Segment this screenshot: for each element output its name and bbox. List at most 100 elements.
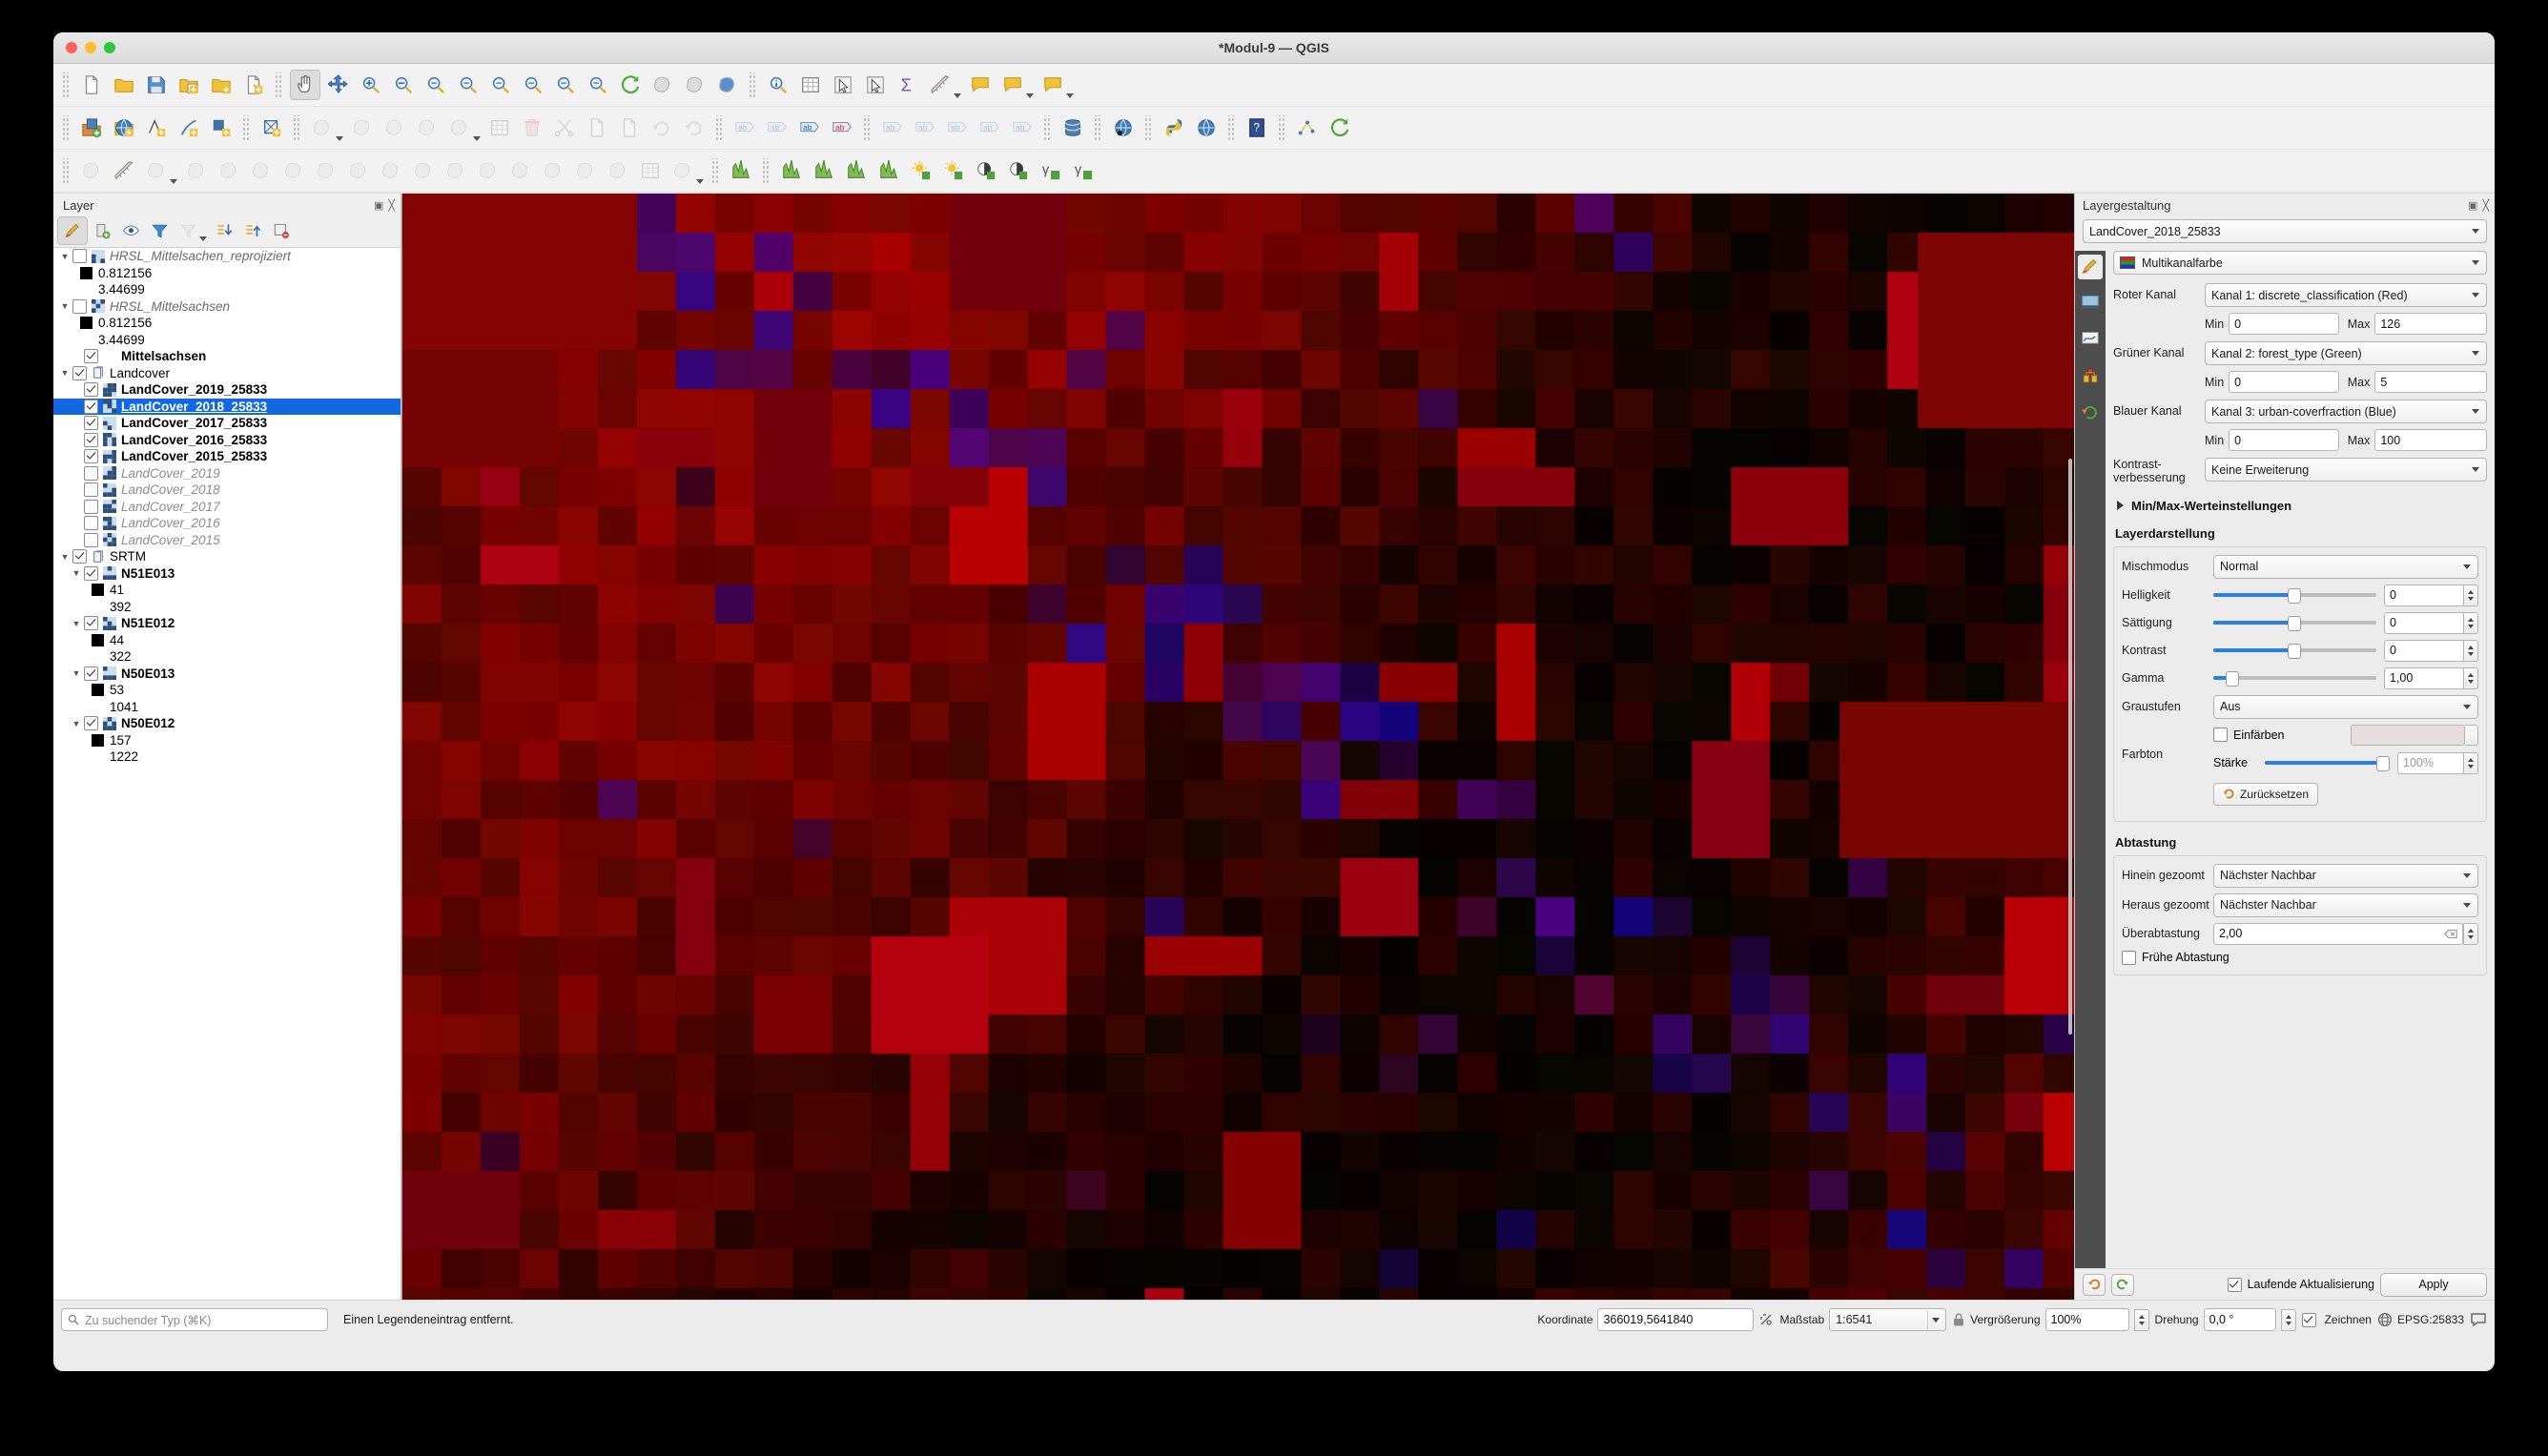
- undo-icon[interactable]: [647, 113, 676, 142]
- close-panel-icon[interactable]: ╳: [388, 199, 395, 212]
- metasearch-icon[interactable]: [1109, 113, 1138, 142]
- layer-visibility-checkbox[interactable]: [84, 465, 98, 481]
- layer-visibility-checkbox[interactable]: [84, 349, 98, 364]
- statistical-summary-icon[interactable]: Σ: [894, 71, 922, 99]
- zoomed-out-combo[interactable]: Nächster Nachbar: [2213, 892, 2478, 917]
- open-attribute-table-icon[interactable]: [796, 71, 825, 99]
- redo-button[interactable]: [2111, 1273, 2134, 1296]
- layer-visibility-checkbox[interactable]: [84, 432, 98, 447]
- show-hide-labels-icon[interactable]: ab: [795, 113, 824, 142]
- chevron-down-icon[interactable]: [954, 93, 961, 98]
- vertex-tool-icon[interactable]: [445, 113, 474, 142]
- save-layer-edits-icon[interactable]: [380, 113, 409, 142]
- zoom-to-selection-icon[interactable]: [454, 71, 483, 99]
- refresh-icon[interactable]: [616, 71, 645, 99]
- toolbar-grip[interactable]: [1227, 115, 1236, 140]
- layer-legend-entry[interactable]: 0.812156: [53, 265, 401, 282]
- layer-tree-item[interactable]: LandCover_2015: [53, 532, 401, 549]
- render-group[interactable]: Zeichnen: [2301, 1312, 2372, 1327]
- expander-icon[interactable]: ▼: [69, 619, 84, 628]
- zoom-last-icon[interactable]: [551, 71, 580, 99]
- layer-visibility-checkbox[interactable]: [84, 449, 98, 464]
- toolbar-grip[interactable]: [1144, 115, 1153, 140]
- expander-icon[interactable]: ▼: [69, 719, 84, 728]
- float-styling-panel-icon[interactable]: ▣: [2468, 199, 2477, 212]
- layer-visibility-checkbox[interactable]: [84, 616, 98, 631]
- max-input[interactable]: 126: [2374, 313, 2488, 335]
- layer-tree-item[interactable]: LandCover_2017: [53, 499, 401, 516]
- pan-map-icon[interactable]: [290, 70, 320, 100]
- toolbar-grip[interactable]: [715, 115, 724, 140]
- identify-features-icon[interactable]: [764, 71, 792, 99]
- add-group-icon[interactable]: [88, 217, 116, 244]
- layer-legend-entry[interactable]: 3.44699: [53, 332, 401, 349]
- layer-legend-entry[interactable]: 1222: [53, 749, 401, 766]
- min-input[interactable]: 0: [2229, 313, 2339, 335]
- layer-visibility-checkbox[interactable]: [84, 716, 98, 731]
- expander-icon[interactable]: ▼: [57, 252, 72, 261]
- live-update-toggle[interactable]: Laufende Aktualisierung: [2227, 1277, 2374, 1292]
- band-combo[interactable]: Kanal 1: discrete_classification (Red): [2205, 283, 2487, 307]
- layer-legend-entry[interactable]: 41: [53, 582, 401, 599]
- slider-stepper[interactable]: [2463, 666, 2478, 689]
- offset-curve-icon[interactable]: [442, 156, 470, 185]
- offset-point-symbol-icon[interactable]: [668, 156, 697, 185]
- add-spatialite-layer-icon[interactable]: [175, 113, 203, 142]
- new-print-layout-icon[interactable]: [207, 71, 236, 99]
- lock-icon[interactable]: [1952, 1312, 1965, 1327]
- delete-ring-icon[interactable]: [344, 156, 373, 185]
- layer-tree-item[interactable]: ▼ N51E013: [53, 565, 401, 583]
- layer-visibility-checkbox[interactable]: [84, 399, 98, 414]
- chevron-down-icon[interactable]: [1066, 93, 1074, 98]
- layer-selector-combo[interactable]: LandCover_2018_25833: [2083, 219, 2487, 243]
- layer-legend-entry[interactable]: 322: [53, 648, 401, 666]
- merge-attributes-icon[interactable]: [571, 156, 600, 185]
- change-label-properties-icon[interactable]: ab: [1008, 113, 1037, 142]
- strength-spinbox[interactable]: 100%: [2397, 751, 2478, 774]
- layer-legend-entry[interactable]: 3.44699: [53, 281, 401, 298]
- band-combo[interactable]: Kanal 2: forest_type (Green): [2205, 341, 2487, 365]
- remove-layer-icon[interactable]: [267, 217, 296, 244]
- raster-histogram-icon[interactable]: [727, 156, 755, 185]
- toolbar-grip[interactable]: [762, 158, 771, 183]
- zoom-to-layer-icon[interactable]: [486, 71, 515, 99]
- select-features-icon[interactable]: [829, 71, 857, 99]
- toggle-extents-icon[interactable]: [1758, 1312, 1774, 1327]
- layer-visibility-checkbox[interactable]: [84, 565, 98, 581]
- merge-features-icon[interactable]: [539, 156, 567, 185]
- add-raster-layer-icon[interactable]: [110, 113, 138, 142]
- expander-icon[interactable]: ▼: [57, 368, 72, 378]
- increase-brightness-icon[interactable]: [907, 156, 935, 185]
- map-canvas-container[interactable]: [401, 194, 2074, 1300]
- grayscale-combo[interactable]: Aus: [2213, 694, 2478, 719]
- blend-mode-combo[interactable]: Normal: [2213, 554, 2478, 579]
- colorize-color-dropdown[interactable]: [2465, 724, 2478, 746]
- chevron-down-icon[interactable]: [473, 136, 481, 141]
- symbology-tab-icon[interactable]: [2078, 255, 2103, 279]
- style-manager-icon[interactable]: [239, 71, 268, 99]
- strength-slider[interactable]: [2265, 754, 2391, 772]
- chevron-down-icon[interactable]: [1026, 93, 1034, 98]
- full-cumulative-stretch-icon[interactable]: [874, 156, 903, 185]
- chevron-down-icon[interactable]: [696, 179, 704, 184]
- layer-legend-entry[interactable]: 53: [53, 682, 401, 699]
- slider-track[interactable]: [2213, 642, 2376, 660]
- slider-spinbox[interactable]: 1,00: [2384, 666, 2478, 689]
- zoom-in-icon[interactable]: [357, 71, 385, 99]
- save-project-icon[interactable]: [142, 71, 171, 99]
- transparency-tab-icon[interactable]: [2078, 291, 2103, 316]
- split-parts-icon[interactable]: [506, 156, 535, 185]
- filter-legend-icon[interactable]: [145, 217, 174, 244]
- layer-tree-item[interactable]: LandCover_2019: [53, 465, 401, 482]
- manage-layer-visibility-icon[interactable]: [116, 217, 145, 244]
- layer-visibility-checkbox[interactable]: [72, 249, 87, 264]
- decrease-contrast-icon[interactable]: [1004, 156, 1033, 185]
- slider-stepper[interactable]: [2463, 639, 2478, 662]
- magnifier-value[interactable]: 100%: [2045, 1308, 2129, 1331]
- expand-all-icon[interactable]: [210, 217, 238, 244]
- open-layer-styling-panel-icon[interactable]: [57, 216, 88, 245]
- toolbar-grip[interactable]: [62, 72, 71, 97]
- add-vector-layer-icon[interactable]: [77, 113, 106, 142]
- layer-tree-item[interactable]: ▼ N50E013: [53, 666, 401, 683]
- apply-button[interactable]: Apply: [2380, 1272, 2487, 1297]
